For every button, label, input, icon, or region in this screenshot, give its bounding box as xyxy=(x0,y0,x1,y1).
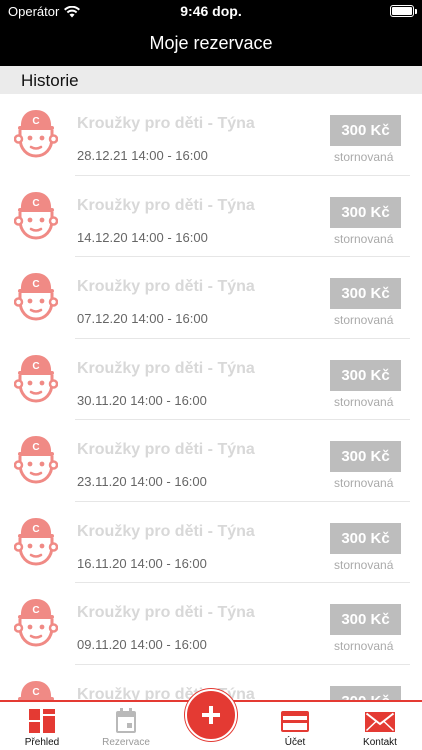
reservation-row[interactable]: C Kroužky pro děti - Týna 23.11.20 14:00 -… xyxy=(0,420,422,502)
dashboard-icon xyxy=(29,709,55,733)
child-avatar-icon: C xyxy=(13,108,59,158)
child-avatar-icon: C xyxy=(13,271,59,321)
reservation-row[interactable]: C Kroužky pro děti - Týna 16.11.20 14:00 -… xyxy=(0,502,422,584)
svg-text:C: C xyxy=(32,605,39,616)
reservation-status: stornovaná xyxy=(334,476,394,490)
price-badge: 300 Kč xyxy=(330,278,401,309)
tab-overview-label: Přehled xyxy=(24,737,60,748)
svg-text:C: C xyxy=(32,198,39,209)
tab-bar: Přehled Rezervace Účet Kontakt xyxy=(0,689,422,750)
reservation-title: Kroužky pro děti - Týna xyxy=(77,359,255,377)
reservation-date: 28.12.21 14:00 - 16:00 xyxy=(77,148,208,163)
reservation-title: Kroužky pro děti - Týna xyxy=(77,196,255,214)
price-badge: 300 Kč xyxy=(330,359,401,391)
tab-reservations-label: Rezervace xyxy=(102,737,150,748)
status-time: 9:46 dop. xyxy=(180,3,242,19)
child-avatar-icon: C xyxy=(13,353,59,403)
price-badge: 300 Kč xyxy=(330,522,401,554)
reservation-date: 09.11.20 14:00 - 16:00 xyxy=(77,637,207,652)
calendar-icon xyxy=(116,708,136,733)
reservation-date: 14.12.20 14:00 - 16:00 xyxy=(77,229,208,245)
reservation-status: stornovaná xyxy=(334,313,394,327)
child-avatar-icon: C xyxy=(13,434,59,484)
section-title: Historie xyxy=(21,71,79,90)
svg-text:C: C xyxy=(32,361,39,372)
reservation-title: Kroužky pro děti - Týna xyxy=(77,115,255,132)
battery-icon xyxy=(390,5,417,17)
reservation-row[interactable]: C Kroužky pro děti - Týna 28.12.21 14:00 -… xyxy=(0,94,422,176)
reservation-title: Kroužky pro děti - Týna xyxy=(77,522,255,540)
reservation-title: Kroužky pro děti - Týna xyxy=(77,441,255,458)
reservation-row[interactable]: C Kroužky pro děti - Týna 14.12.20 14:00 -… xyxy=(0,176,422,258)
section-header: Historie xyxy=(0,66,422,94)
reservation-status: stornovaná xyxy=(334,150,394,164)
credit-card-icon xyxy=(281,711,309,732)
price-badge: 300 Kč xyxy=(330,604,401,635)
child-avatar-icon: C xyxy=(13,190,59,240)
reservation-row[interactable]: C Kroužky pro děti - Týna 30.11.20 14:00 -… xyxy=(0,339,422,421)
svg-text:C: C xyxy=(32,524,39,535)
reservation-status: stornovaná xyxy=(334,231,394,246)
reservation-title: Kroužky pro děti - Týna xyxy=(77,278,255,295)
envelope-icon xyxy=(365,712,395,732)
add-reservation-button[interactable] xyxy=(185,689,237,741)
page-title: Moje rezervace xyxy=(149,33,273,53)
status-bar: Operátor 9:46 dop. xyxy=(0,0,422,24)
reservation-date: 07.12.20 14:00 - 16:00 xyxy=(77,311,208,326)
tab-overview[interactable]: Přehled xyxy=(0,702,84,750)
header: Operátor 9:46 dop. Moje rezervace xyxy=(0,0,422,66)
child-avatar-icon: C xyxy=(13,516,59,566)
tab-contact-label: Kontakt xyxy=(363,737,397,748)
reservation-row[interactable]: C Kroužky pro děti - Týna 09.11.20 14:00 -… xyxy=(0,583,422,665)
svg-text:C: C xyxy=(32,279,39,290)
tab-account-label: Účet xyxy=(284,737,306,748)
reservation-status: stornovaná xyxy=(334,557,394,572)
reservation-status: stornovaná xyxy=(334,639,394,653)
reservation-row[interactable]: C Kroužky pro děti - Týna 07.12.20 14:00 -… xyxy=(0,257,422,339)
svg-text:C: C xyxy=(32,442,39,453)
svg-text:C: C xyxy=(32,116,39,127)
price-badge: 300 Kč xyxy=(330,115,401,146)
reservation-date: 16.11.20 14:00 - 16:00 xyxy=(77,555,207,571)
tab-account[interactable]: Účet xyxy=(253,702,337,750)
svg-text:C: C xyxy=(32,687,39,698)
child-avatar-icon: C xyxy=(13,597,59,647)
app-screen: Operátor 9:46 dop. Moje rezervace Histor… xyxy=(0,0,422,750)
reservation-title: Kroužky pro děti - Týna xyxy=(77,604,255,621)
reservation-list: C Kroužky pro děti - Týna 28.12.21 14:00 -… xyxy=(0,94,422,746)
tab-contact[interactable]: Kontakt xyxy=(338,702,422,750)
price-badge: 300 Kč xyxy=(330,441,401,472)
reservation-date: 23.11.20 14:00 - 16:00 xyxy=(77,474,207,489)
reservation-date: 30.11.20 14:00 - 16:00 xyxy=(77,392,207,408)
price-badge: 300 Kč xyxy=(330,196,401,228)
reservation-status: stornovaná xyxy=(334,394,394,409)
tab-reservations[interactable]: Rezervace xyxy=(84,702,168,750)
